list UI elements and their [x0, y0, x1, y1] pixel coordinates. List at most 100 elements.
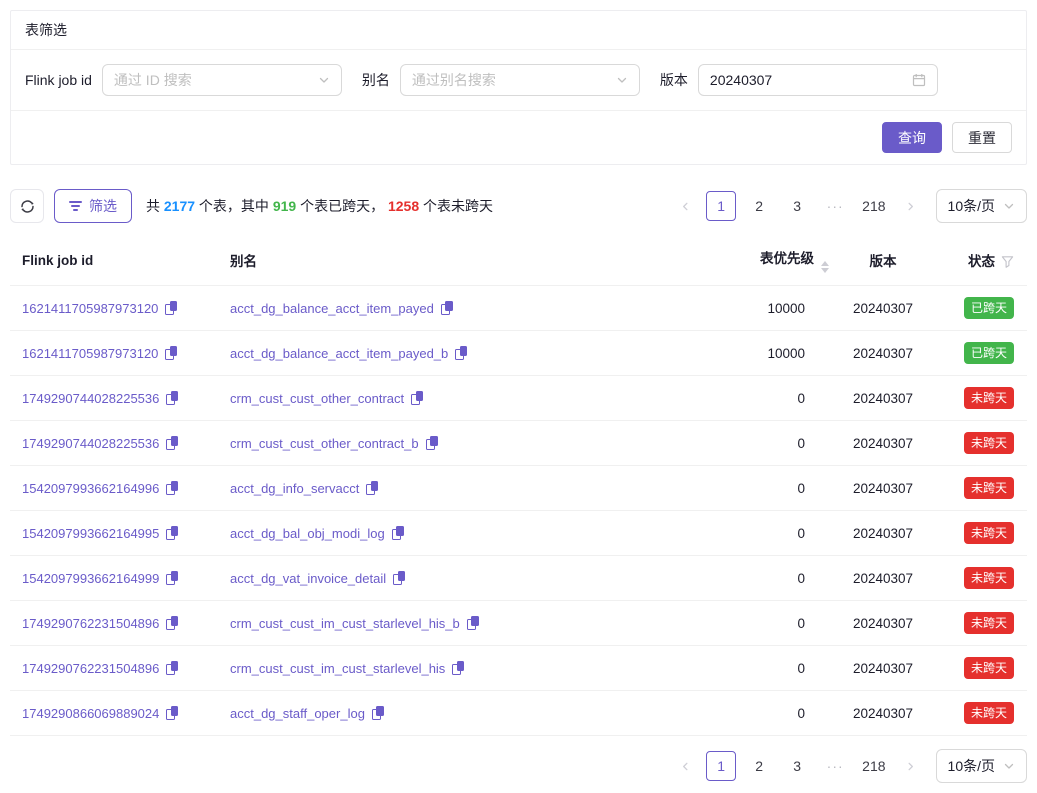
copy-icon[interactable]: [166, 481, 179, 495]
page-button-2[interactable]: 2: [744, 751, 774, 781]
page-ellipsis[interactable]: ···: [820, 751, 850, 781]
page-button-218[interactable]: 218: [858, 751, 889, 781]
copy-icon[interactable]: [166, 526, 179, 540]
next-page-button[interactable]: [898, 191, 924, 221]
alias-link[interactable]: crm_cust_cust_other_contract: [230, 391, 404, 406]
status-badge: 未跨天: [964, 567, 1014, 588]
alias-link[interactable]: acct_dg_vat_invoice_detail: [230, 571, 386, 586]
cell-priority: 0: [699, 691, 835, 736]
flink-job-id-link[interactable]: 1542097993662164995: [22, 526, 159, 541]
filter-form: Flink job id 通过 ID 搜索 别名 通过别名搜索 版本 20240…: [11, 50, 1026, 111]
alias-select[interactable]: 通过别名搜索: [400, 64, 640, 96]
alias-link[interactable]: acct_dg_balance_acct_item_payed: [230, 301, 434, 316]
version-date-value: 20240307: [710, 72, 912, 88]
cell-alias: acct_dg_info_servacct: [218, 466, 699, 511]
copy-icon[interactable]: [166, 661, 179, 675]
filter-card-footer: 查询 重置: [11, 111, 1026, 164]
copy-icon[interactable]: [165, 346, 178, 360]
copy-icon[interactable]: [411, 391, 424, 405]
flink-job-id-link[interactable]: 1542097993662164996: [22, 481, 159, 496]
filter-card-title: 表筛选: [11, 11, 1026, 50]
flink-job-id-link[interactable]: 1749290744028225536: [22, 436, 159, 451]
copy-icon[interactable]: [166, 706, 179, 720]
chevron-right-icon: [905, 761, 916, 772]
column-header-priority[interactable]: 表优先级: [699, 235, 835, 286]
stats-text: 个表已跨天，: [296, 198, 388, 214]
copy-icon[interactable]: [372, 706, 385, 720]
flink-job-id-link[interactable]: 1621411705987973120: [22, 346, 158, 361]
cell-priority: 0: [699, 556, 835, 601]
reset-button[interactable]: 重置: [952, 122, 1012, 153]
page-size-select[interactable]: 10条/页: [936, 189, 1027, 223]
copy-icon[interactable]: [452, 661, 465, 675]
version-date-input[interactable]: 20240307: [698, 64, 938, 96]
copy-icon[interactable]: [455, 346, 468, 360]
cell-status: 未跨天: [931, 421, 1027, 466]
flink-job-id-link[interactable]: 1749290866069889024: [22, 706, 159, 721]
alias-link[interactable]: acct_dg_bal_obj_modi_log: [230, 526, 385, 541]
filter-funnel-icon[interactable]: [1001, 255, 1014, 268]
copy-icon[interactable]: [166, 391, 179, 405]
copy-icon[interactable]: [166, 571, 179, 585]
copy-icon[interactable]: [166, 436, 179, 450]
alias-link[interactable]: crm_cust_cust_other_contract_b: [230, 436, 419, 451]
cell-version: 20240307: [835, 376, 931, 421]
copy-icon[interactable]: [426, 436, 439, 450]
cell-version: 20240307: [835, 601, 931, 646]
table-row: 1749290866069889024 acct_dg_staff_oper_l…: [10, 691, 1027, 736]
flink-job-id-select[interactable]: 通过 ID 搜索: [102, 64, 342, 96]
alias-link[interactable]: crm_cust_cust_im_cust_starlevel_his: [230, 661, 445, 676]
prev-page-button[interactable]: [672, 751, 698, 781]
cell-flink-job-id: 1749290744028225536: [10, 376, 218, 421]
cell-flink-job-id: 1749290744028225536: [10, 421, 218, 466]
flink-job-id-link[interactable]: 1749290762231504896: [22, 661, 159, 676]
copy-icon[interactable]: [165, 301, 178, 315]
flink-job-id-link[interactable]: 1542097993662164999: [22, 571, 159, 586]
status-badge: 未跨天: [964, 612, 1014, 633]
form-item-version: 版本 20240307: [660, 64, 938, 96]
alias-link[interactable]: acct_dg_info_servacct: [230, 481, 359, 496]
page-button-3[interactable]: 3: [782, 751, 812, 781]
query-button[interactable]: 查询: [882, 122, 942, 153]
copy-icon[interactable]: [441, 301, 454, 315]
cell-priority: 0: [699, 376, 835, 421]
flink-job-id-link[interactable]: 1749290762231504896: [22, 616, 159, 631]
chevron-down-icon: [1003, 200, 1015, 212]
stats-text: 共: [146, 198, 164, 214]
flink-job-id-link[interactable]: 1749290744028225536: [22, 391, 159, 406]
calendar-icon: [912, 73, 926, 87]
alias-link[interactable]: acct_dg_staff_oper_log: [230, 706, 365, 721]
copy-icon[interactable]: [392, 526, 405, 540]
next-page-button[interactable]: [898, 751, 924, 781]
column-header-flink-job-id: Flink job id: [10, 235, 218, 286]
version-label: 版本: [660, 70, 688, 90]
page-size-value: 10条/页: [948, 196, 995, 216]
page-button-2[interactable]: 2: [744, 191, 774, 221]
copy-icon[interactable]: [467, 616, 480, 630]
table-row: 1621411705987973120 acct_dg_balance_acct…: [10, 286, 1027, 331]
cell-status: 未跨天: [931, 646, 1027, 691]
sorter-icon[interactable]: [821, 261, 829, 273]
page-size-select[interactable]: 10条/页: [936, 749, 1027, 783]
copy-icon[interactable]: [366, 481, 379, 495]
flink-job-id-link[interactable]: 1621411705987973120: [22, 301, 158, 316]
table-row: 1749290744028225536 crm_cust_cust_other_…: [10, 421, 1027, 466]
copy-icon[interactable]: [393, 571, 406, 585]
alias-link[interactable]: crm_cust_cust_im_cust_starlevel_his_b: [230, 616, 460, 631]
copy-icon[interactable]: [166, 616, 179, 630]
chevron-down-icon: [318, 74, 330, 86]
cell-alias: acct_dg_balance_acct_item_payed_b: [218, 331, 699, 376]
page-button-218[interactable]: 218: [858, 191, 889, 221]
page-button-1[interactable]: 1: [706, 751, 736, 781]
page-button-3[interactable]: 3: [782, 191, 812, 221]
page-button-1[interactable]: 1: [706, 191, 736, 221]
cell-flink-job-id: 1542097993662164999: [10, 556, 218, 601]
cell-alias: crm_cust_cust_other_contract_b: [218, 421, 699, 466]
cell-version: 20240307: [835, 646, 931, 691]
refresh-button[interactable]: [10, 189, 44, 223]
filter-toggle-button[interactable]: 筛选: [54, 189, 132, 223]
page-ellipsis[interactable]: ···: [820, 191, 850, 221]
prev-page-button[interactable]: [672, 191, 698, 221]
cell-version: 20240307: [835, 691, 931, 736]
alias-link[interactable]: acct_dg_balance_acct_item_payed_b: [230, 346, 448, 361]
